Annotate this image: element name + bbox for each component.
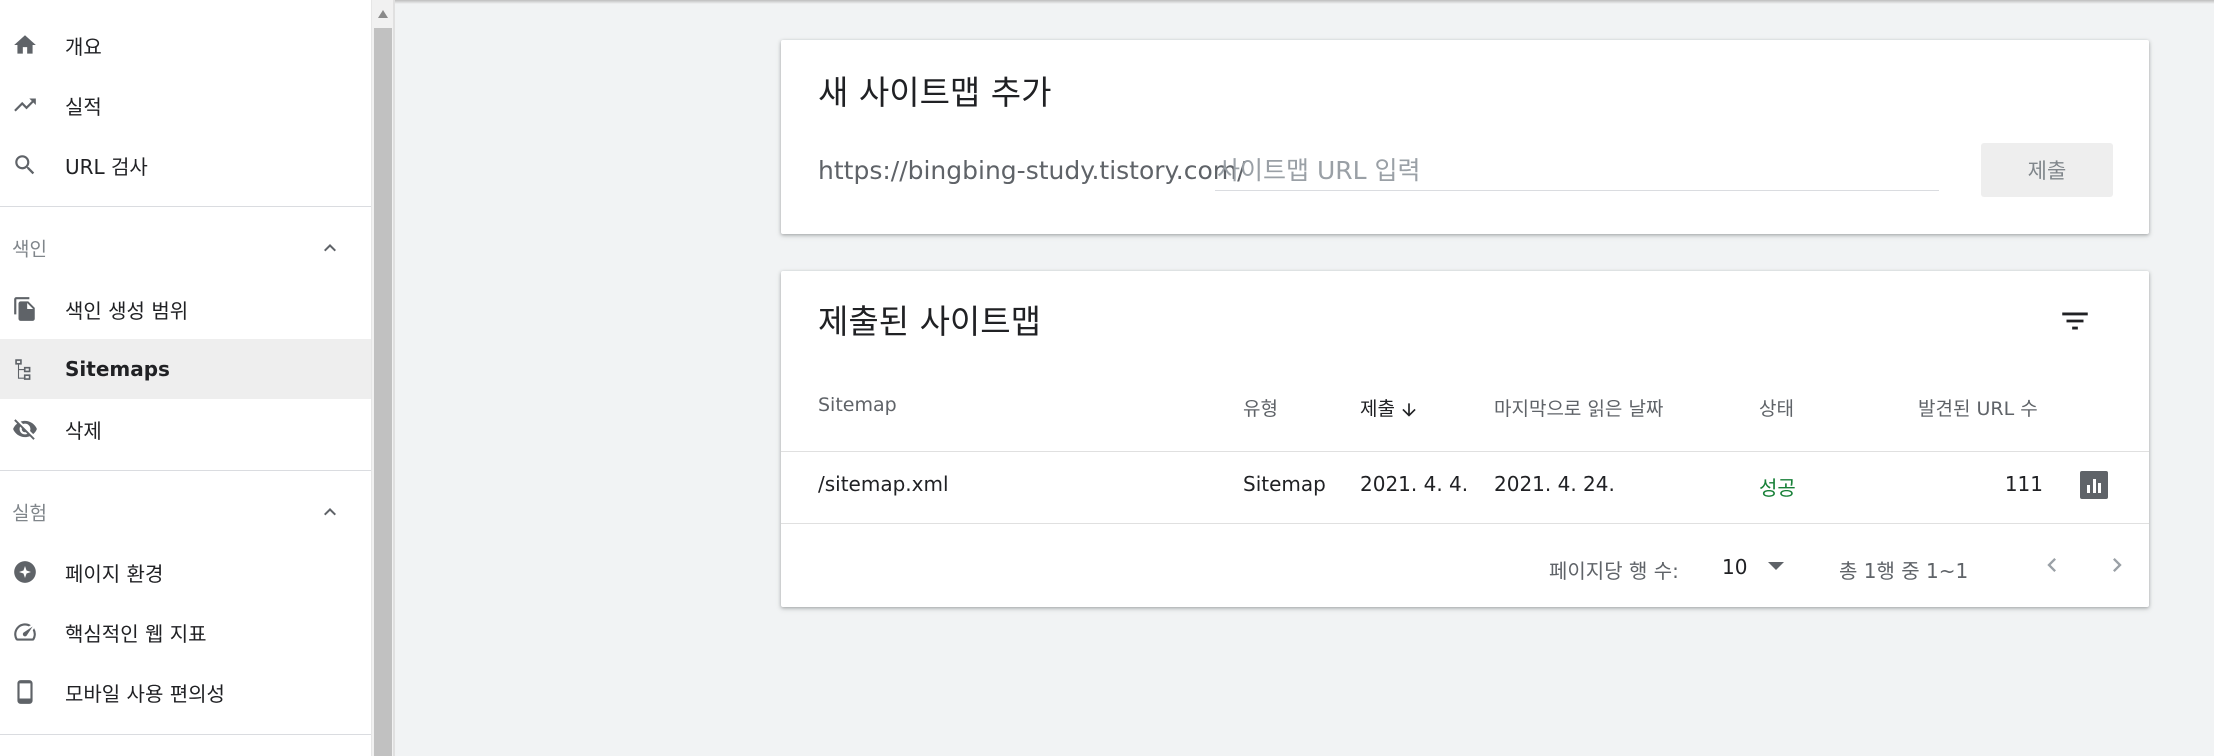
bar-chart-icon[interactable] — [2080, 471, 2108, 499]
sidebar-edge — [393, 0, 395, 756]
sidebar-item-label: 색인 생성 범위 — [65, 298, 189, 323]
pagination-range: 총 1행 중 1~1 — [1839, 559, 1969, 583]
sidebar-item-removals[interactable]: 삭제 — [0, 399, 371, 459]
rows-per-page-select[interactable]: 10 — [1722, 549, 1802, 583]
scrollbar-thumb[interactable] — [374, 28, 392, 756]
sidebar-item-overview[interactable]: 개요 — [0, 15, 371, 75]
chevron-up-icon[interactable] — [318, 236, 342, 260]
sidebar-item-page-experience[interactable]: 페이지 환경 — [0, 542, 371, 602]
column-header-discovered-urls[interactable]: 발견된 URL 수 — [1918, 394, 2038, 421]
column-header-last-read[interactable]: 마지막으로 읽은 날짜 — [1494, 394, 1663, 421]
smartphone-icon — [12, 679, 38, 705]
next-page-button[interactable] — [2099, 547, 2135, 583]
cell-type: Sitemap — [1243, 472, 1326, 496]
add-sitemap-card: 새 사이트맵 추가 https://bingbing-study.tistory… — [781, 40, 2149, 234]
sidebar-item-label: 실적 — [65, 94, 102, 119]
sidebar-item-performance[interactable]: 실적 — [0, 75, 371, 135]
sidebar-item-label: Sitemaps — [65, 357, 170, 381]
arrow-down-icon — [1399, 400, 1419, 420]
status-badge: 성공 — [1759, 476, 1796, 500]
section-header-experience[interactable]: 실험 — [0, 487, 371, 537]
sidebar-divider — [0, 206, 371, 207]
home-icon — [12, 32, 38, 58]
rows-per-page-label: 페이지당 행 수: — [1549, 559, 1679, 583]
search-icon — [12, 152, 38, 178]
column-header-sitemap[interactable]: Sitemap — [818, 394, 897, 416]
speed-gauge-icon — [12, 619, 38, 645]
previous-page-button[interactable] — [2034, 547, 2070, 583]
scroll-up-arrow-icon[interactable] — [372, 0, 394, 28]
sidebar-item-label: 페이지 환경 — [65, 561, 164, 586]
section-header-index[interactable]: 색인 — [0, 223, 371, 273]
sitemap-url-input[interactable] — [1215, 150, 1939, 191]
sidebar: 개요 실적 URL 검사 색인 색인 생성 범위 Sitemaps 삭제 실험 … — [0, 0, 371, 756]
table-divider — [781, 451, 2149, 452]
submitted-sitemaps-title: 제출된 사이트맵 — [818, 302, 1042, 341]
sidebar-item-core-web-vitals[interactable]: 핵심적인 웹 지표 — [0, 602, 371, 662]
submit-button[interactable]: 제출 — [1981, 143, 2113, 197]
sidebar-item-mobile-usability[interactable]: 모바일 사용 편의성 — [0, 662, 371, 722]
column-header-submitted[interactable]: 제출 — [1360, 394, 1419, 421]
trending-up-icon — [12, 92, 38, 118]
sidebar-item-label: URL 검사 — [65, 154, 148, 179]
cell-submitted: 2021. 4. 4. — [1360, 472, 1469, 496]
sidebar-divider — [0, 734, 371, 735]
chevron-left-icon — [2047, 558, 2056, 572]
sidebar-item-label: 모바일 사용 편의성 — [65, 681, 225, 706]
cell-discovered-urls: 111 — [2004, 472, 2043, 496]
sidebar-item-index-coverage[interactable]: 색인 생성 범위 — [0, 279, 371, 339]
sidebar-item-label: 개요 — [65, 34, 102, 59]
add-sitemap-title: 새 사이트맵 추가 — [818, 73, 1052, 112]
sidebar-item-url-inspection[interactable]: URL 검사 — [0, 135, 371, 195]
section-label: 실험 — [12, 502, 47, 525]
dropdown-arrow-icon — [1768, 562, 1784, 570]
table-divider — [781, 523, 2149, 524]
section-label: 색인 — [12, 238, 47, 261]
site-url-prefix: https://bingbing-study.tistory.com/ — [818, 156, 1246, 185]
submitted-sitemaps-card: 제출된 사이트맵 Sitemap 유형 제출 마지막으로 읽은 날짜 상태 발견… — [781, 271, 2149, 607]
column-header-label: 제출 — [1360, 398, 1395, 420]
sidebar-scrollbar[interactable] — [371, 0, 394, 756]
header-shadow — [395, 0, 2214, 4]
rows-per-page-value: 10 — [1722, 555, 1748, 579]
chevron-right-icon — [2113, 558, 2122, 572]
sidebar-item-sitemaps[interactable]: Sitemaps — [0, 339, 371, 399]
copy-icon — [12, 296, 38, 322]
filter-icon[interactable] — [2055, 301, 2095, 341]
page-experience-icon — [12, 559, 38, 585]
sitemap-icon — [12, 356, 38, 382]
column-header-status[interactable]: 상태 — [1759, 394, 1794, 421]
cell-last-read: 2021. 4. 24. — [1494, 472, 1615, 496]
sidebar-divider — [0, 470, 371, 471]
cell-sitemap: /sitemap.xml — [818, 472, 949, 496]
column-header-type[interactable]: 유형 — [1243, 394, 1278, 421]
sidebar-item-label: 핵심적인 웹 지표 — [65, 621, 207, 646]
sidebar-item-label: 삭제 — [65, 418, 102, 443]
visibility-off-icon — [12, 416, 38, 442]
chevron-up-icon[interactable] — [318, 500, 342, 524]
